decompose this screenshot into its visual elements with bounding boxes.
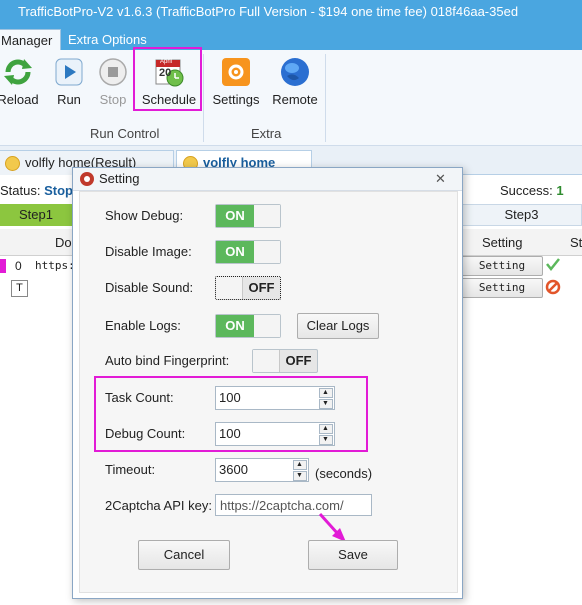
step1-tab[interactable]: Step1 [0,204,72,226]
header-status: Sta [570,235,582,250]
dialog-body: Show Debug: ON Disable Image: ON Disable… [79,191,458,593]
setting-dialog: Setting ✕ Show Debug: ON Disable Image: … [72,167,463,599]
disable-sound-toggle[interactable]: OFF [215,276,281,300]
gear-icon [220,56,252,88]
show-debug-toggle[interactable]: ON [215,204,281,228]
coin-icon [5,156,20,171]
debug-count-stepper[interactable]: 100 ▲ ▼ [215,422,335,446]
enable-logs-toggle[interactable]: ON [215,314,281,338]
disable-sound-label: Disable Sound: [105,280,194,295]
row-url: https: [35,259,75,272]
stepper-arrows[interactable]: ▲ ▼ [319,424,333,445]
header-domain: Do [55,235,72,250]
reload-button[interactable]: Reload [0,54,40,112]
step3-tab[interactable]: Step3 [461,204,582,226]
play-icon [53,56,85,88]
disable-image-label: Disable Image: [105,244,192,259]
title-bar: TrafficBotPro-V2 v1.6.3 (TrafficBotPro F… [0,0,582,26]
enable-logs-label: Enable Logs: [105,318,181,333]
tab-manager[interactable]: Manager [0,29,62,51]
run-button[interactable]: Run [52,54,86,112]
blocked-icon [545,279,561,298]
clear-logs-button[interactable]: Clear Logs [297,313,379,339]
settings-button[interactable]: Settings [210,54,262,112]
captcha-label: 2Captcha API key: [105,498,212,513]
app-icon [79,171,95,190]
task-count-stepper[interactable]: 100 ▲ ▼ [215,386,335,410]
group-label-run-control: Run Control [90,126,160,141]
cancel-button[interactable]: Cancel [138,540,230,570]
show-debug-label: Show Debug: [105,208,184,223]
group-label-extra: Extra [251,126,282,141]
timeout-stepper[interactable]: 3600 ▲ ▼ [215,458,309,482]
remote-button[interactable]: Remote [270,54,320,112]
check-icon [545,256,561,275]
auto-bind-label: Auto bind Fingerprint: [105,353,230,368]
row-setting-button[interactable]: Setting [461,278,543,298]
auto-bind-toggle[interactable]: OFF [252,349,318,373]
task-count-label: Task Count: [105,390,174,405]
header-setting: Setting [482,235,523,250]
globe-icon [279,56,311,88]
ribbon-tab-row: Manager Extra Options [0,26,582,51]
stepper-arrows[interactable]: ▲ ▼ [319,388,333,409]
dialog-title-bar[interactable]: Setting ✕ [73,168,462,191]
save-button[interactable]: Save [308,540,398,570]
stop-icon [97,56,129,88]
row-marker [0,259,6,273]
success-counter: Success: 1 [500,183,564,198]
debug-count-label: Debug Count: [105,426,186,441]
status-label: Status: Stop [0,183,73,198]
disable-image-toggle[interactable]: ON [215,240,281,264]
stop-button[interactable]: Stop [95,54,131,112]
group-separator [203,54,204,142]
close-icon[interactable]: ✕ [435,171,446,187]
timeout-label: Timeout: [105,462,156,477]
window-title: TrafficBotPro-V2 v1.6.3 (TrafficBotPro F… [18,4,519,19]
dialog-title: Setting [99,171,140,186]
ribbon: Reload Run Stop April 20 Schedule Settin… [0,47,582,146]
stepper-arrows[interactable]: ▲ ▼ [293,460,307,481]
row-setting-button[interactable]: Setting [461,256,543,276]
schedule-highlight-box [133,47,202,111]
reload-icon [2,56,34,88]
timeout-unit: (seconds) [315,466,373,481]
group-separator [325,54,326,142]
